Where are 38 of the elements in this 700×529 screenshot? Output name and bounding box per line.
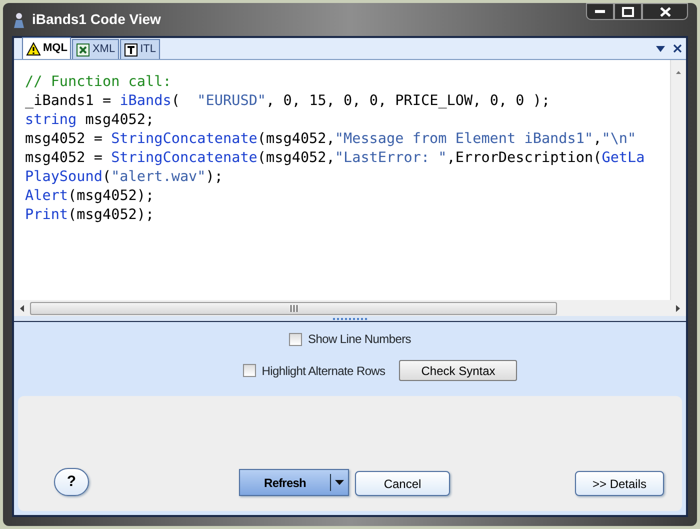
code-line: string msg4052; <box>25 111 156 130</box>
check-syntax-button[interactable]: Check Syntax <box>399 360 518 381</box>
maximize-button[interactable] <box>614 3 642 20</box>
code-line: PlaySound("alert.wav"); <box>25 168 224 187</box>
scroll-right-icon[interactable] <box>674 304 682 312</box>
window-title: iBands1 Code View <box>32 10 161 29</box>
refresh-split-button[interactable]: Refresh <box>239 469 349 496</box>
tab[interactable]: XML <box>72 39 120 59</box>
minimize-button[interactable] <box>586 3 614 20</box>
checkbox[interactable] <box>289 332 302 346</box>
code-line: msg4052 = StringConcatenate(msg4052,"Message from Element iBands1","\n" <box>25 130 638 149</box>
maximize-icon <box>622 6 634 16</box>
scroll-left-icon[interactable] <box>18 304 26 312</box>
text-format-icon <box>124 42 138 56</box>
code-line: _iBands1 = iBands( "EURUSD", 0, 15, 0, 0, PRICE_LOW, 0, 0 ); <box>25 92 552 111</box>
scrollbar-thumb[interactable] <box>30 302 557 314</box>
dropdown-caret-icon[interactable] <box>656 46 665 52</box>
spreadsheet-icon <box>76 42 90 56</box>
warning-icon <box>26 42 41 56</box>
help-button[interactable]: ? <box>54 468 89 496</box>
details-button[interactable]: >> Details <box>575 471 664 496</box>
close-button[interactable] <box>642 3 688 20</box>
code-line: // Function call: <box>25 73 172 92</box>
checkbox-label: Show Line Numbers <box>308 331 411 348</box>
minimize-icon <box>595 10 605 14</box>
cancel-button[interactable]: Cancel <box>355 471 450 496</box>
code-line: msg4052 = StringConcatenate(msg4052,"LastError: ",ErrorDescription(GetLa <box>25 149 646 168</box>
close-icon[interactable] <box>673 44 682 53</box>
tab[interactable]: MQL <box>22 37 72 59</box>
caret-icon[interactable] <box>335 480 344 485</box>
code-line: Alert(msg4052); <box>25 187 156 206</box>
splitter-grip-icon[interactable] <box>332 316 368 320</box>
close-icon <box>660 6 670 16</box>
code-line: Print(msg4052); <box>25 206 156 225</box>
checkbox[interactable] <box>242 364 256 377</box>
app-icon <box>12 12 26 28</box>
checkbox-label: Highlight Alternate Rows <box>262 362 386 380</box>
tab[interactable]: ITL <box>120 39 160 59</box>
